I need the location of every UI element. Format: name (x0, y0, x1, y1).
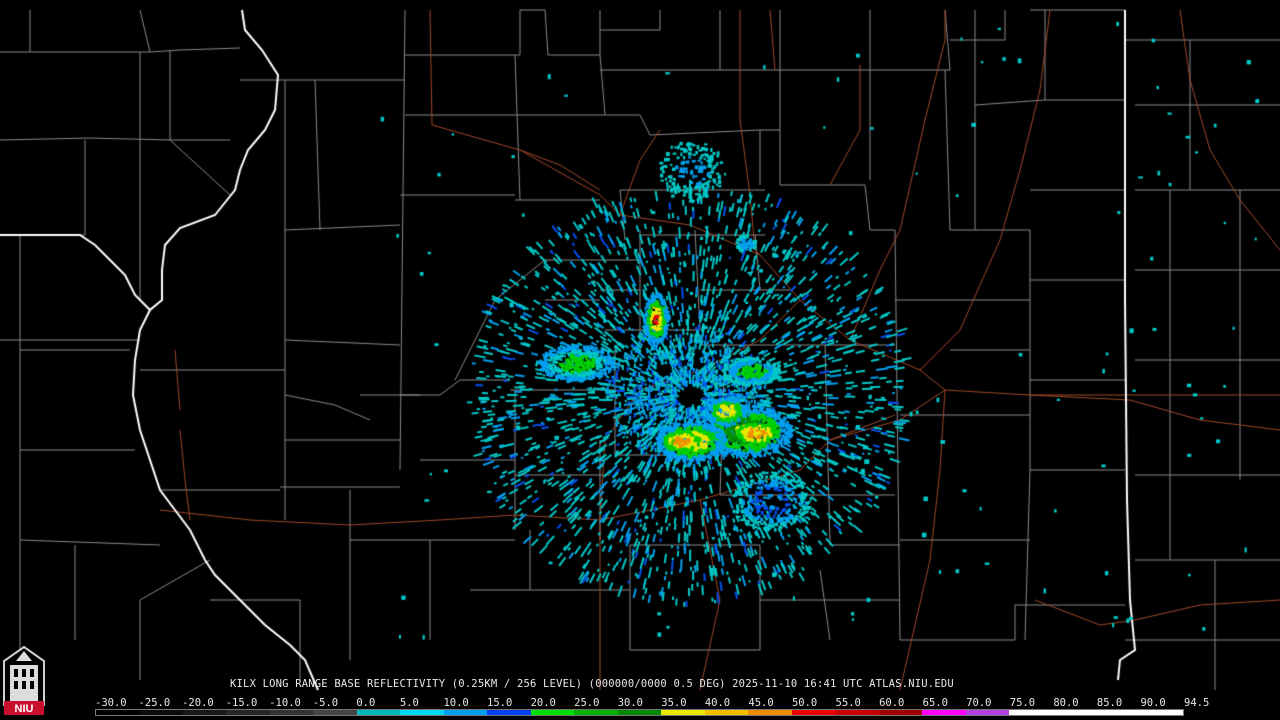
colorscale-swatch (487, 710, 531, 715)
colorscale-tick-label: 55.0 (835, 697, 861, 709)
colorscale-swatch (182, 710, 227, 715)
colorscale-swatch (313, 710, 357, 715)
colorscale-swatch (443, 710, 488, 715)
colorscale-tick-label: 80.0 (1053, 697, 1079, 709)
colorscale-tick-label: 75.0 (1009, 697, 1036, 709)
colorscale-tick-label: -15.0 (225, 697, 258, 709)
colorscale-tick-label: -20.0 (182, 697, 214, 709)
colorscale-swatch (269, 710, 314, 715)
colorscale-swatch (791, 710, 836, 715)
colorscale-tick-label: -5.0 (312, 697, 339, 709)
colorscale-swatch (748, 710, 792, 715)
colorscale-bar (95, 709, 1184, 716)
colorscale-swatch (1052, 710, 1097, 715)
colorscale-tick-label: 25.0 (574, 697, 600, 709)
colorscale-swatch (617, 710, 662, 715)
colorscale-tick-label: 70.0 (966, 697, 992, 709)
colorscale-tick-label: -25.0 (138, 697, 171, 709)
university-tower-icon: NIU (3, 645, 45, 715)
colorscale-swatch (356, 710, 401, 715)
colorscale-swatch (226, 710, 270, 715)
colorscale-swatch (878, 710, 923, 715)
colorscale-tick-label: 65.0 (922, 697, 948, 709)
colorscale-tick-label: 30.0 (617, 697, 644, 709)
colorscale-swatch (1096, 710, 1140, 715)
colorscale-tick-label: 85.0 (1096, 697, 1123, 709)
colorscale-swatch (922, 710, 966, 715)
colorscale-tick-label: 10.0 (443, 697, 469, 709)
colorscale-tick-label: 0.0 (356, 697, 376, 709)
colorscale-swatch (139, 710, 183, 715)
colorscale-swatch (400, 710, 444, 715)
colorscale-ticks: -30.0 -25.0 -20.0 -15.0 -10.0 -5.0 0.0 5.0 10.0 1… (95, 697, 1209, 709)
colorscale-tick-label: 35.0 (661, 697, 687, 709)
colorscale-swatch (574, 710, 618, 715)
colorscale-tick-label: 20.0 (530, 697, 556, 709)
colorscale-tick-label: 15.0 (487, 697, 513, 709)
colorscale-swatch (835, 710, 879, 715)
colorscale-tick-label: -30.0 (95, 697, 127, 709)
colorscale-tick-label: 60.0 (879, 697, 905, 709)
colorscale-tick-label: 5.0 (399, 697, 419, 709)
radar-map-canvas (0, 0, 1280, 720)
logo-text: NIU (15, 703, 34, 715)
colorscale-swatch (704, 710, 749, 715)
colorscale-tick-label: 45.0 (748, 697, 774, 709)
colorscale-tick-label: -10.0 (269, 697, 301, 709)
colorscale-swatch (1139, 710, 1184, 715)
colorscale-tick-label: 90.0 (1140, 697, 1166, 709)
product-caption: KILX LONG RANGE BASE REFLECTIVITY (0.25K… (230, 678, 954, 690)
colorscale-swatch (965, 710, 1010, 715)
colorscale-swatch (661, 710, 705, 715)
colorscale-tick-label: 40.0 (704, 697, 731, 709)
colorscale-tick-label: 94.5 (1184, 697, 1210, 709)
colorscale-swatch (1009, 710, 1053, 715)
colorscale-swatch (96, 710, 140, 715)
colorscale-swatch (530, 710, 575, 715)
colorscale-tick-label: 50.0 (791, 697, 818, 709)
